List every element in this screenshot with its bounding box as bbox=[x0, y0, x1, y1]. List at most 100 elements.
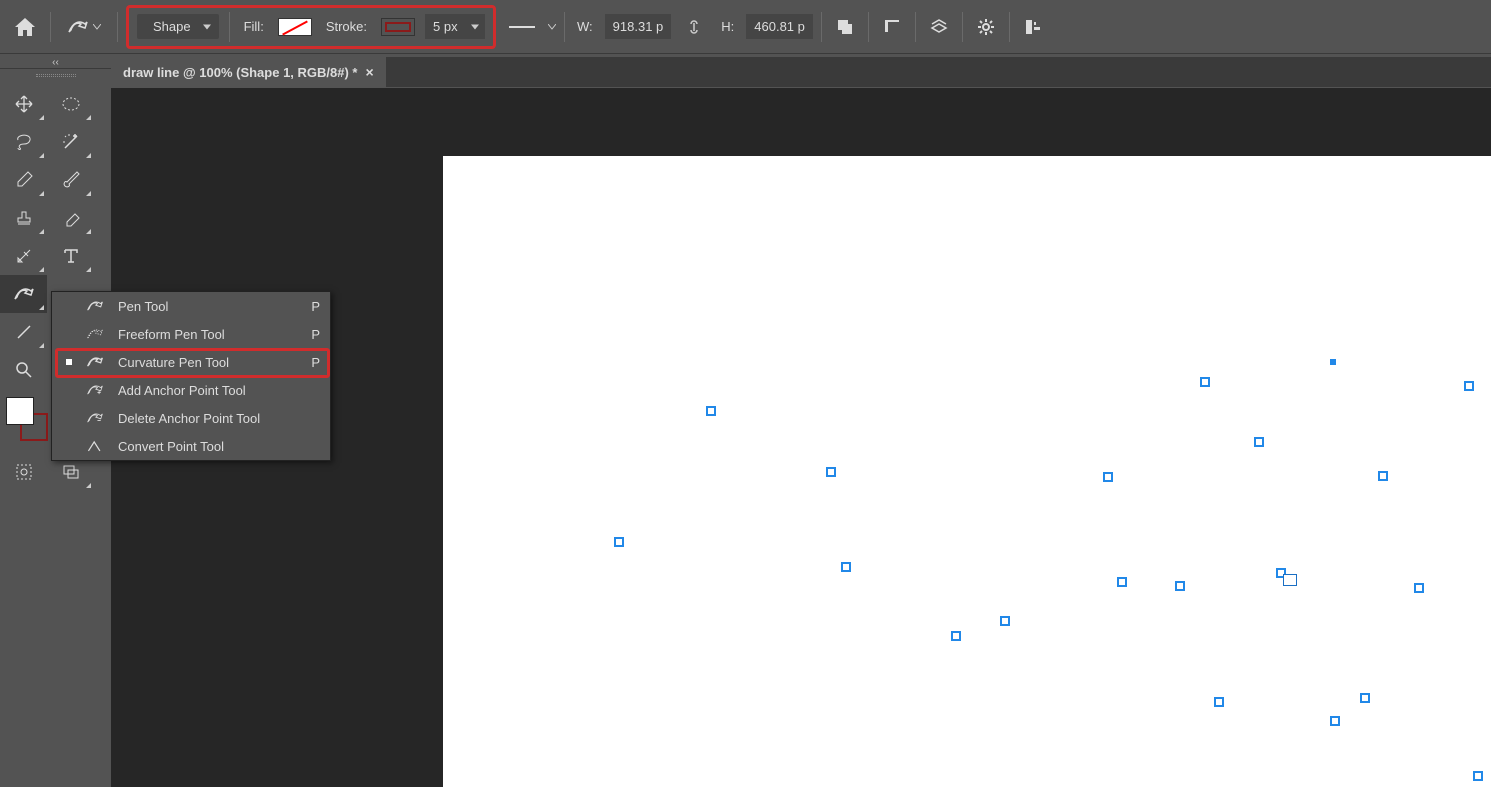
chevron-down-icon bbox=[548, 24, 556, 30]
tool-marquee[interactable] bbox=[47, 85, 94, 123]
divider bbox=[962, 12, 963, 42]
divider bbox=[1009, 12, 1010, 42]
endpoint-indicator-icon bbox=[1283, 574, 1297, 586]
tool-eyedropper[interactable] bbox=[0, 161, 47, 199]
pen-tool-flyout-menu: Pen Tool P Freeform Pen Tool P Curvature Pen… bbox=[51, 291, 331, 461]
toolbox-collapse-button[interactable]: ‹‹ bbox=[0, 57, 111, 69]
tool-move[interactable] bbox=[0, 85, 47, 123]
path-operations-button[interactable] bbox=[830, 12, 860, 42]
flyout-label: Add Anchor Point Tool bbox=[118, 383, 286, 398]
path-anchor-point[interactable] bbox=[1117, 577, 1127, 587]
active-marker bbox=[62, 359, 76, 365]
artboard[interactable] bbox=[443, 156, 1491, 787]
chevron-down-icon bbox=[93, 24, 101, 30]
divider bbox=[868, 12, 869, 42]
path-anchor-point[interactable] bbox=[1360, 693, 1370, 703]
home-button[interactable] bbox=[8, 10, 42, 44]
divider bbox=[564, 12, 565, 42]
tab-title: draw line @ 100% (Shape 1, RGB/8#) * bbox=[123, 65, 357, 80]
path-anchor-point[interactable] bbox=[1175, 581, 1185, 591]
path-anchor-point[interactable] bbox=[951, 631, 961, 641]
link-wh-button[interactable] bbox=[679, 12, 709, 42]
path-arrangement-button[interactable] bbox=[924, 12, 954, 42]
path-anchor-point[interactable] bbox=[1464, 381, 1474, 391]
fill-label: Fill: bbox=[244, 19, 264, 34]
tool-line[interactable] bbox=[0, 313, 47, 351]
shape-path[interactable] bbox=[111, 88, 411, 238]
flyout-label: Convert Point Tool bbox=[118, 439, 286, 454]
flyout-item[interactable]: Curvature Pen ToolP bbox=[52, 348, 330, 376]
tool-stamp[interactable] bbox=[0, 199, 47, 237]
path-anchor-point[interactable] bbox=[1378, 471, 1388, 481]
mode-dropdown[interactable]: Shape bbox=[137, 14, 219, 39]
path-anchor-point[interactable] bbox=[706, 406, 716, 416]
tool-zoom[interactable] bbox=[0, 351, 47, 389]
tool-brush[interactable] bbox=[47, 161, 94, 199]
mode-label: Shape bbox=[153, 19, 191, 34]
height-value: 460.81 p bbox=[754, 19, 805, 34]
path-anchor-point[interactable] bbox=[1214, 697, 1224, 707]
tool-icon bbox=[86, 353, 104, 371]
tool-type[interactable] bbox=[47, 237, 94, 275]
foreground-color-swatch[interactable] bbox=[6, 397, 34, 425]
color-swatches bbox=[6, 397, 48, 441]
flyout-item[interactable]: Freeform Pen Tool P bbox=[52, 320, 330, 348]
tool-icon bbox=[86, 381, 104, 399]
divider bbox=[915, 12, 916, 42]
divider bbox=[821, 12, 822, 42]
path-anchor-point[interactable] bbox=[1473, 771, 1483, 781]
flyout-label: Delete Anchor Point Tool bbox=[118, 411, 286, 426]
fill-swatch[interactable] bbox=[278, 18, 312, 36]
path-anchor-point[interactable] bbox=[1330, 716, 1340, 726]
toolbox-grip[interactable] bbox=[0, 69, 111, 81]
flyout-item[interactable]: Add Anchor Point Tool bbox=[52, 376, 330, 404]
stroke-width-value: 5 px bbox=[433, 19, 458, 34]
flyout-label: Pen Tool bbox=[118, 299, 286, 314]
path-anchor-point[interactable] bbox=[826, 467, 836, 477]
tool-icon bbox=[86, 325, 104, 343]
settings-gear-button[interactable] bbox=[971, 12, 1001, 42]
tool-icon bbox=[86, 409, 104, 427]
tool-magic-wand[interactable] bbox=[47, 123, 94, 161]
tool-icon bbox=[86, 437, 104, 455]
height-input[interactable]: 460.81 p bbox=[746, 14, 813, 39]
stroke-width-input[interactable]: 5 px bbox=[425, 14, 485, 39]
stroke-swatch[interactable] bbox=[381, 18, 415, 36]
tool-gradient[interactable] bbox=[0, 237, 47, 275]
width-value: 918.31 p bbox=[613, 19, 664, 34]
path-anchor-point[interactable] bbox=[1414, 583, 1424, 593]
tool-preset-dropdown[interactable] bbox=[59, 14, 109, 40]
path-anchor-point[interactable] bbox=[841, 562, 851, 572]
extra-options-button[interactable] bbox=[1018, 12, 1048, 42]
flyout-label: Curvature Pen Tool bbox=[118, 355, 286, 370]
close-tab-button[interactable]: × bbox=[365, 64, 373, 80]
shortcut-label: P bbox=[300, 299, 320, 314]
tool-icon bbox=[86, 297, 104, 315]
path-anchor-point[interactable] bbox=[1000, 616, 1010, 626]
path-anchor-point-selected[interactable] bbox=[1328, 357, 1338, 367]
divider bbox=[117, 12, 118, 42]
path-anchor-point[interactable] bbox=[614, 537, 624, 547]
flyout-item[interactable]: Delete Anchor Point Tool bbox=[52, 404, 330, 432]
flyout-item[interactable]: Convert Point Tool bbox=[52, 432, 330, 460]
width-label: W: bbox=[577, 19, 593, 34]
divider bbox=[229, 12, 230, 42]
tool-pen[interactable] bbox=[0, 275, 47, 313]
tool-lasso[interactable] bbox=[0, 123, 47, 161]
path-anchor-point[interactable] bbox=[1200, 377, 1210, 387]
options-bar: Shape Fill: Stroke: 5 px W: 918.31 p H: … bbox=[0, 0, 1491, 54]
path-alignment-button[interactable] bbox=[877, 12, 907, 42]
document-tab-strip: draw line @ 100% (Shape 1, RGB/8#) * × bbox=[111, 57, 1491, 87]
path-anchor-point[interactable] bbox=[1103, 472, 1113, 482]
tool-eraser[interactable] bbox=[47, 199, 94, 237]
document-tab[interactable]: draw line @ 100% (Shape 1, RGB/8#) * × bbox=[111, 57, 386, 87]
divider bbox=[50, 12, 51, 42]
flyout-label: Freeform Pen Tool bbox=[118, 327, 286, 342]
path-anchor-point[interactable] bbox=[1254, 437, 1264, 447]
tool-quickmask[interactable] bbox=[0, 453, 47, 491]
shortcut-label: P bbox=[300, 327, 320, 342]
stroke-style-dropdown[interactable] bbox=[504, 17, 540, 37]
flyout-item[interactable]: Pen Tool P bbox=[52, 292, 330, 320]
width-input[interactable]: 918.31 p bbox=[605, 14, 672, 39]
stroke-label: Stroke: bbox=[326, 19, 367, 34]
